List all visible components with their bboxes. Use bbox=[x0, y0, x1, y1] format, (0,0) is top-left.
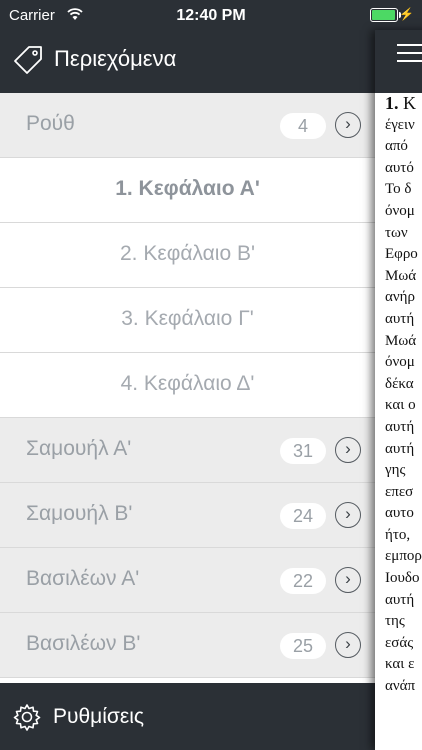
drawer-title: Περιεχόμενα bbox=[54, 46, 177, 71]
text-line: γης bbox=[385, 462, 406, 479]
text-line: των bbox=[385, 224, 408, 241]
text-line: επεσ bbox=[385, 483, 414, 500]
text-line: εμπορ bbox=[385, 548, 422, 565]
content-panel[interactable]: 1. Κ έγειν από αυτό Το δ όνομ των Εφρο Μωά ανήρ α… bbox=[375, 30, 422, 750]
text-line: αυτή bbox=[385, 591, 415, 608]
text-line: ανάπ bbox=[385, 678, 416, 695]
chevron-right-icon[interactable]: › bbox=[335, 502, 361, 528]
status-time: 12:40 PM bbox=[176, 7, 246, 24]
text-line: Ιουδο bbox=[385, 570, 420, 587]
side-drawer: Περιεχόμενα Ρούθ 4 › 1. Κεφάλαιο Α' 2. Κεφάλ… bbox=[0, 0, 375, 750]
chapter-count-badge: 22 bbox=[280, 568, 326, 594]
chapter-label: 2. Κεφάλαιο Β' bbox=[120, 242, 255, 265]
chevron-right-icon[interactable]: › bbox=[335, 632, 361, 658]
book-label: Σαμουήλ Β' bbox=[26, 502, 133, 525]
book-row[interactable]: Ρούθ 4 › bbox=[0, 93, 375, 158]
text-line: έγειν bbox=[385, 116, 415, 133]
text-line: της bbox=[385, 613, 405, 630]
tag-icon bbox=[14, 46, 42, 74]
book-label: Σαμουήλ Α' bbox=[26, 437, 132, 460]
book-row[interactable]: Σαμουήλ Α' 31 › bbox=[0, 418, 375, 483]
chapter-count-badge: 24 bbox=[280, 503, 326, 529]
text-line: Εφρο bbox=[385, 246, 418, 263]
chapter-row[interactable]: 4. Κεφάλαιο Δ' bbox=[0, 353, 375, 418]
book-row[interactable]: Βασιλέων Β' 25 › bbox=[0, 613, 375, 678]
text-line: ανήρ bbox=[385, 289, 415, 306]
text-line: αυτο bbox=[385, 505, 414, 522]
book-row[interactable]: Βασιλέων Α' 22 › bbox=[0, 548, 375, 613]
chapter-label: 3. Κεφάλαιο Γ' bbox=[121, 307, 254, 330]
text-line: Το δ bbox=[385, 181, 412, 198]
verse-first-line: 1. Κ bbox=[385, 93, 422, 115]
verse-text-start: Κ bbox=[403, 93, 416, 113]
chapter-label: 4. Κεφάλαιο Δ' bbox=[120, 372, 255, 395]
battery-icon bbox=[370, 8, 401, 22]
verse-number: 1. bbox=[385, 93, 399, 113]
chapter-row[interactable]: 1. Κεφάλαιο Α' bbox=[0, 158, 375, 223]
text-line: όνομ bbox=[385, 354, 415, 371]
chapter-count-badge: 31 bbox=[280, 438, 326, 464]
text-line: από bbox=[385, 138, 408, 155]
text-line: αυτό bbox=[385, 159, 414, 176]
book-label: Βασιλέων Α' bbox=[26, 567, 140, 590]
text-line: δέκα bbox=[385, 375, 414, 392]
text-line: Μωά bbox=[385, 267, 417, 284]
text-line: Μωά bbox=[385, 332, 417, 349]
chapter-count-badge: 25 bbox=[280, 633, 326, 659]
text-line: αυτή bbox=[385, 418, 415, 435]
text-line: και ο bbox=[385, 397, 416, 414]
chapter-row[interactable]: 3. Κεφάλαιο Γ' bbox=[0, 288, 375, 353]
menu-icon[interactable] bbox=[397, 44, 422, 64]
contents-list: Ρούθ 4 › 1. Κεφάλαιο Α' 2. Κεφάλαιο Β' 3. Κεφ… bbox=[0, 93, 375, 683]
text-line: και ε bbox=[385, 656, 415, 673]
book-row[interactable]: Σαμουήλ Β' 24 › bbox=[0, 483, 375, 548]
settings-label: Ρυθμίσεις bbox=[53, 705, 145, 728]
book-label: Βασιλέων Β' bbox=[26, 632, 141, 655]
chapter-label: 1. Κεφάλαιο Α' bbox=[115, 177, 260, 200]
chapter-row[interactable]: 2. Κεφάλαιο Β' bbox=[0, 223, 375, 288]
gear-icon bbox=[13, 704, 41, 731]
text-line: αυτή bbox=[385, 310, 415, 327]
text-line: ήτο, bbox=[385, 526, 411, 543]
charging-icon: ⚡ bbox=[399, 7, 414, 21]
bible-text: 1. Κ έγειν από αυτό Το δ όνομ των Εφρο Μωά ανήρ α… bbox=[375, 93, 422, 750]
chevron-right-icon[interactable]: › bbox=[335, 567, 361, 593]
drawer-header: Περιεχόμενα bbox=[0, 30, 375, 93]
status-bar: Carrier 12:40 PM ⚡ bbox=[0, 0, 422, 30]
text-line: αυτή bbox=[385, 440, 415, 457]
text-line: όνομ bbox=[385, 202, 415, 219]
text-line: εσάς bbox=[385, 634, 414, 651]
book-label: Ρούθ bbox=[26, 112, 75, 135]
chevron-right-icon[interactable]: › bbox=[335, 112, 361, 138]
chevron-right-icon[interactable]: › bbox=[335, 437, 361, 463]
chapter-count-badge: 4 bbox=[280, 113, 326, 139]
settings-button[interactable]: Ρυθμίσεις bbox=[0, 683, 375, 750]
